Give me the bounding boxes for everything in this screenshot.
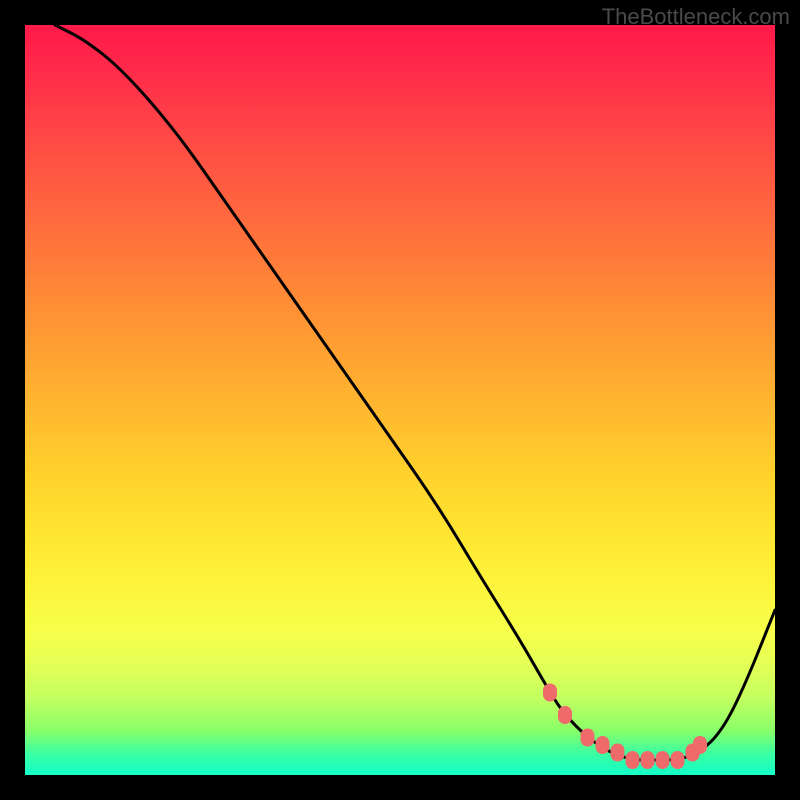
marker-dot — [611, 744, 625, 762]
marker-dot — [693, 736, 707, 754]
bottleneck-curve — [55, 25, 775, 760]
marker-dot — [596, 736, 610, 754]
marker-dot — [641, 751, 655, 769]
chart-frame: TheBottleneck.com — [0, 0, 800, 800]
marker-dot — [543, 684, 557, 702]
marker-dot — [581, 729, 595, 747]
marker-dot — [626, 751, 640, 769]
curve-layer — [25, 25, 775, 775]
marker-dot — [656, 751, 670, 769]
marker-dot — [558, 706, 572, 724]
watermark-text: TheBottleneck.com — [602, 4, 790, 30]
plot-area — [25, 25, 775, 775]
marker-dot — [671, 751, 685, 769]
